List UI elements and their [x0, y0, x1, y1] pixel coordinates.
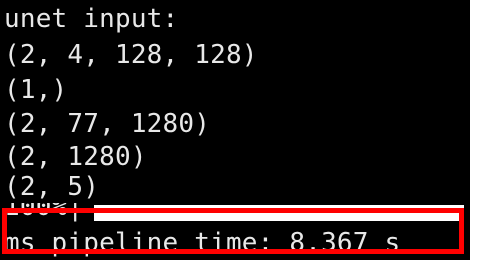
terminal-line-shape-5: (2, 5): [4, 172, 100, 202]
pipeline-time-line: ms pipeline time: 8.367 s: [4, 228, 401, 258]
terminal-line-shape-4: (2, 1280): [4, 142, 147, 172]
terminal-line-shape-2: (1,): [4, 75, 68, 105]
terminal-line-unet-input: unet input:: [4, 4, 179, 34]
terminal-line-shape-3: (2, 77, 1280): [4, 109, 211, 139]
progress-label: 100%|: [4, 203, 84, 222]
terminal-output: unet input: (2, 4, 128, 128) (1,) (2, 77…: [0, 0, 470, 260]
progress-bar: [94, 205, 464, 221]
progress-row: 100%|: [0, 203, 470, 227]
terminal-line-shape-1: (2, 4, 128, 128): [4, 40, 258, 70]
